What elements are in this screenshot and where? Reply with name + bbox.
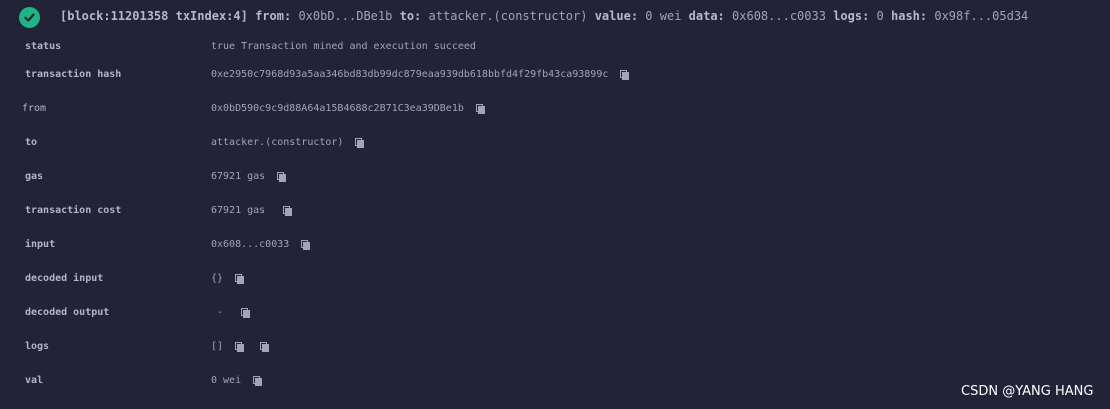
detail-row-transaction-hash: transaction hash 0xe2950c7968d93a5aa346b… <box>0 65 1110 85</box>
hash-label: hash: <box>891 9 928 23</box>
copy-icon[interactable] <box>260 342 270 352</box>
copy-icon[interactable] <box>235 342 245 352</box>
row-value: 0x608...c0033 <box>211 235 311 255</box>
row-label: to <box>25 137 38 148</box>
row-value: {} <box>211 269 245 289</box>
row-value: 0 wei <box>211 371 263 391</box>
from-value: 0x0bD...DBe1b <box>298 9 393 23</box>
copy-icon[interactable] <box>277 172 287 182</box>
data-value: 0x608...c0033 <box>732 9 826 23</box>
row-value: 0xe2950c7968d93a5aa346bd83db99dc879eaa93… <box>211 65 630 85</box>
to-label: to: <box>399 9 422 23</box>
row-value: 67921 gas <box>211 201 293 221</box>
data-label: data: <box>688 9 725 23</box>
detail-row-val: val 0 wei <box>0 371 1110 391</box>
detail-row-to: to attacker.(constructor) <box>0 133 1110 153</box>
row-value: 67921 gas <box>211 167 287 187</box>
copy-icon[interactable] <box>235 274 245 284</box>
detail-row-gas: gas 67921 gas <box>0 167 1110 187</box>
block-tag: [block:11201358 txIndex:4] <box>60 9 248 23</box>
copy-icon[interactable] <box>620 70 630 80</box>
watermark: CSDN @YANG HANG <box>961 384 1094 399</box>
row-value: attacker.(constructor) <box>211 133 365 153</box>
row-label: input <box>25 239 56 250</box>
detail-row-decoded-output: decoded output - <box>0 303 1110 323</box>
value-label: value: <box>594 9 639 23</box>
row-value: 0x0bD590c9c9d88A64a15B4688c2B71C3ea39DBe… <box>211 99 485 119</box>
row-label: gas <box>25 171 44 182</box>
row-label: status <box>25 41 62 52</box>
row-value: [] <box>211 337 270 357</box>
row-label: val <box>25 375 44 386</box>
copy-icon[interactable] <box>283 206 293 216</box>
row-label: transaction hash <box>25 69 122 80</box>
row-label: from <box>22 103 47 114</box>
to-value: attacker.(constructor) <box>428 9 588 23</box>
value-value: 0 wei <box>645 9 682 23</box>
detail-row-decoded-input: decoded input {} <box>0 269 1110 289</box>
detail-row-status: status true Transaction mined and execut… <box>0 37 1110 57</box>
row-label: decoded output <box>25 307 110 318</box>
copy-icon[interactable] <box>355 138 365 148</box>
detail-row-logs: logs [] <box>0 337 1110 357</box>
from-label: from: <box>255 9 292 23</box>
detail-row-transaction-cost: transaction cost 67921 gas <box>0 201 1110 221</box>
detail-row-input: input 0x608...c0033 <box>0 235 1110 255</box>
row-label: logs <box>25 341 50 352</box>
check-circle-icon[interactable] <box>19 7 40 28</box>
copy-icon[interactable] <box>253 376 263 386</box>
transaction-summary: [block:11201358 txIndex:4] from: 0x0bD..… <box>60 9 1028 23</box>
row-value: true Transaction mined and execution suc… <box>211 41 476 52</box>
detail-row-from: from 0x0bD590c9c9d88A64a15B4688c2B71C3ea… <box>0 99 1110 119</box>
row-value: - <box>211 303 251 323</box>
copy-icon[interactable] <box>301 240 311 250</box>
row-label: decoded input <box>25 273 104 284</box>
copy-icon[interactable] <box>241 308 251 318</box>
hash-value: 0x98f...05d34 <box>934 9 1029 23</box>
transaction-header[interactable]: [block:11201358 txIndex:4] from: 0x0bD..… <box>0 0 1110 34</box>
copy-icon[interactable] <box>475 104 485 114</box>
logs-label: logs: <box>833 9 870 23</box>
row-label: transaction cost <box>25 205 122 216</box>
logs-value: 0 <box>876 9 884 23</box>
